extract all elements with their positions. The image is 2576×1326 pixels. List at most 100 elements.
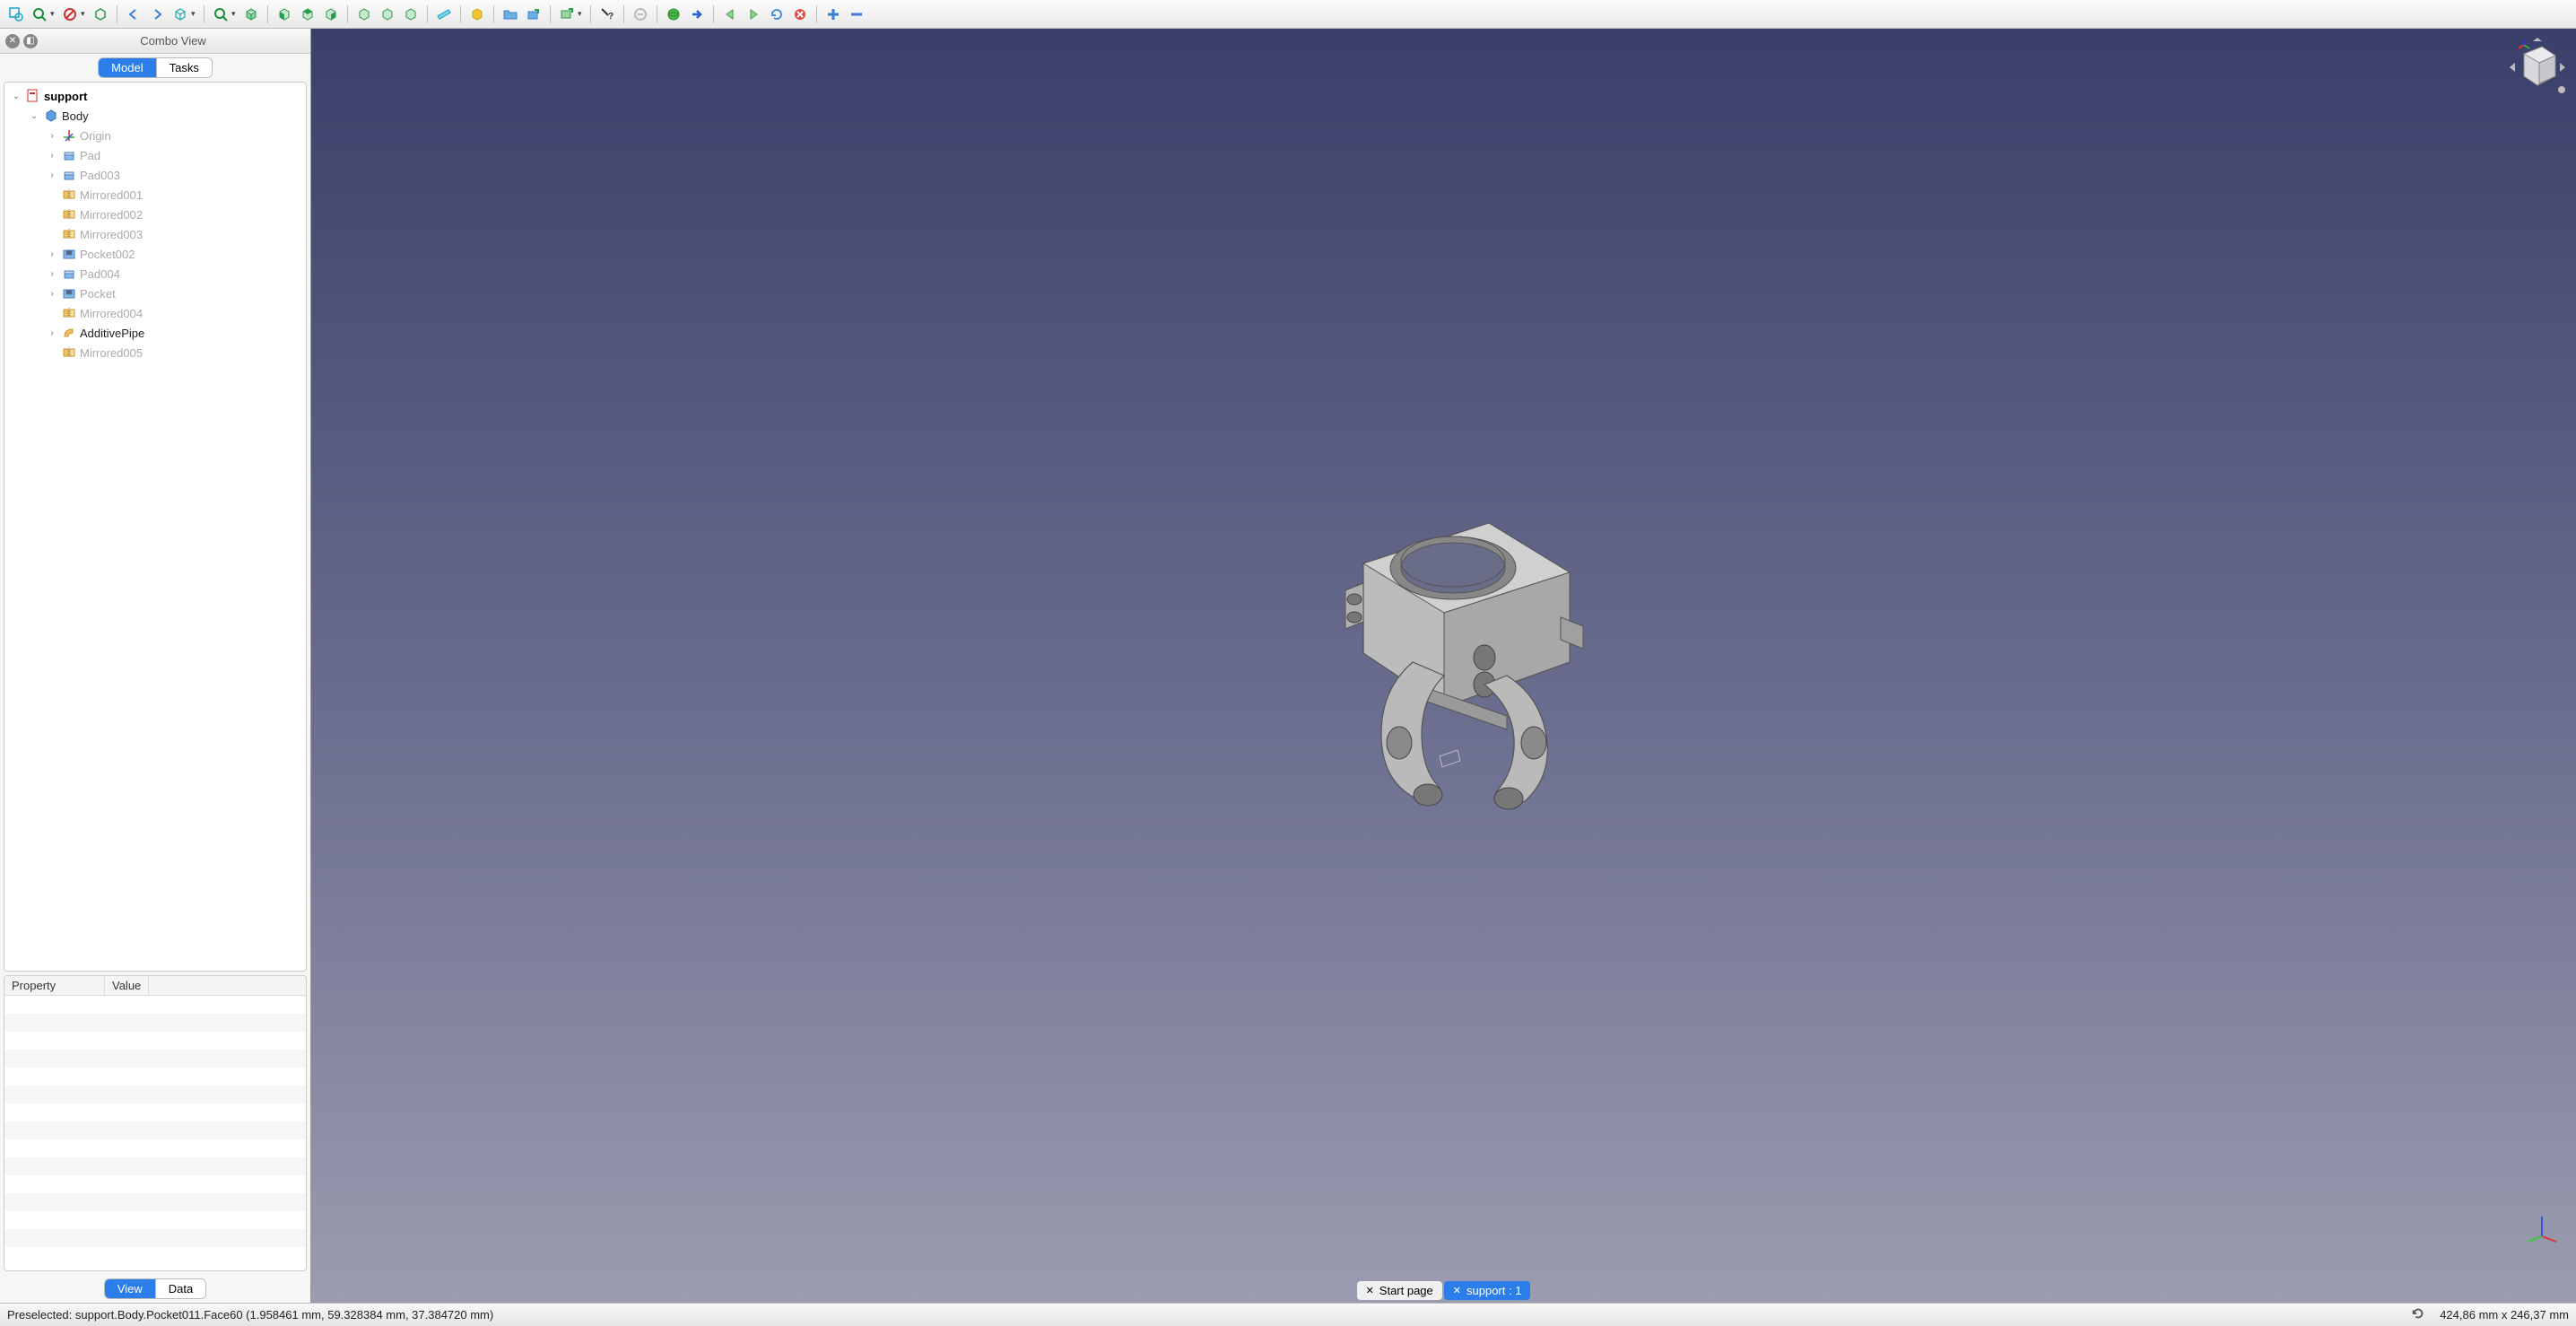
3d-viewport[interactable]: ✕ Start page ✕ support : 1: [311, 29, 2576, 1303]
nav-forward-icon[interactable]: [146, 4, 168, 25]
property-row: [4, 1121, 306, 1139]
property-row: [4, 996, 306, 1014]
bottom-tabs: View Data: [0, 1275, 310, 1303]
pad-icon: [62, 266, 76, 281]
expand-icon[interactable]: ›: [46, 289, 58, 299]
expand-icon[interactable]: ›: [46, 170, 58, 180]
tab-tasks[interactable]: Tasks: [156, 58, 212, 77]
property-row: [4, 1068, 306, 1086]
top-view-icon[interactable]: [297, 4, 318, 25]
web-forward-icon[interactable]: [686, 4, 708, 25]
tree-item[interactable]: ›Pocket002: [6, 244, 304, 264]
close-icon[interactable]: ✕: [1366, 1285, 1374, 1296]
whats-this-icon[interactable]: ?: [596, 4, 618, 25]
toolbar-separator: [816, 5, 817, 23]
axis-gizmo: [2524, 1209, 2560, 1245]
model-tree[interactable]: ⌄ support ⌄ Body ›Origin›Pad›Pad003 Mirro…: [4, 82, 307, 972]
expand-icon[interactable]: ›: [46, 269, 58, 279]
tab-data[interactable]: Data: [155, 1279, 205, 1298]
bounding-box-icon[interactable]: [90, 4, 111, 25]
expand-icon[interactable]: ⌄: [10, 92, 22, 101]
mirror-icon: [62, 207, 76, 222]
zoom-to-fit-icon[interactable]: [5, 4, 27, 25]
close-icon[interactable]: ✕: [1453, 1285, 1461, 1296]
refresh-icon[interactable]: [2411, 1306, 2425, 1323]
panel-detach-button[interactable]: ◧: [23, 34, 38, 48]
rear-view-icon[interactable]: [353, 4, 375, 25]
property-col-value[interactable]: Value: [105, 976, 149, 995]
mirror-icon: [62, 345, 76, 360]
export-icon[interactable]: [523, 4, 544, 25]
tree-body[interactable]: ⌄ Body: [6, 106, 304, 126]
canvas-area[interactable]: [311, 29, 2576, 1278]
navigation-cube[interactable]: [2506, 36, 2569, 99]
top-tabs: Model Tasks: [0, 54, 310, 82]
tree-label: Mirrored001: [80, 188, 143, 202]
tab-view[interactable]: View: [105, 1279, 155, 1298]
tree-label: Mirrored003: [80, 228, 143, 241]
dropdown-arrow-icon[interactable]: ▾: [191, 9, 198, 19]
view-cube-icon[interactable]: [170, 4, 191, 25]
toolbar-separator: [347, 5, 348, 23]
toolbar-separator: [623, 5, 624, 23]
expand-icon[interactable]: ⌄: [28, 111, 40, 121]
close-icon[interactable]: [789, 4, 811, 25]
viewport-tab-start[interactable]: ✕ Start page: [1357, 1281, 1442, 1300]
bottom-view-icon[interactable]: [377, 4, 398, 25]
reload-icon[interactable]: [766, 4, 788, 25]
viewport-tab-document[interactable]: ✕ support : 1: [1444, 1281, 1531, 1300]
property-row: [4, 1104, 306, 1121]
property-row: [4, 1032, 306, 1050]
tree-item[interactable]: Mirrored003: [6, 224, 304, 244]
nav-next-icon[interactable]: [743, 4, 764, 25]
draw-style-no-icon[interactable]: [59, 4, 81, 25]
dropdown-arrow-icon[interactable]: ▾: [50, 9, 57, 19]
tree-item[interactable]: ›Pad004: [6, 264, 304, 284]
tab-model[interactable]: Model: [99, 58, 155, 77]
viewport-tabs: ✕ Start page ✕ support : 1: [311, 1278, 2576, 1303]
left-view-icon[interactable]: [400, 4, 422, 25]
nav-back-icon[interactable]: [123, 4, 144, 25]
mirror-icon: [62, 306, 76, 320]
folder-icon[interactable]: [500, 4, 521, 25]
right-view-icon[interactable]: [320, 4, 342, 25]
model-render[interactable]: [1265, 483, 1623, 824]
zoom-fit-alt-icon[interactable]: [210, 4, 231, 25]
link-icon[interactable]: [556, 4, 578, 25]
dropdown-arrow-icon[interactable]: ▾: [578, 9, 585, 19]
tree-item[interactable]: Mirrored004: [6, 303, 304, 323]
tree-item[interactable]: › AdditivePipe: [6, 323, 304, 343]
web-home-icon[interactable]: [663, 4, 684, 25]
stop-icon[interactable]: [630, 4, 651, 25]
panel-close-button[interactable]: ✕: [5, 34, 20, 48]
property-row: [4, 1014, 306, 1032]
tree-root[interactable]: ⌄ support: [6, 86, 304, 106]
tree-item[interactable]: ›Pad: [6, 145, 304, 165]
tree-item[interactable]: Mirrored001: [6, 185, 304, 205]
zoom-in-icon[interactable]: [29, 4, 50, 25]
tree-item[interactable]: Mirrored005: [6, 343, 304, 362]
property-row: [4, 1086, 306, 1104]
front-view-icon[interactable]: [274, 4, 295, 25]
measure-icon[interactable]: [433, 4, 455, 25]
expand-icon[interactable]: ›: [46, 131, 58, 141]
tree-item[interactable]: Mirrored002: [6, 205, 304, 224]
expand-icon[interactable]: ›: [46, 151, 58, 161]
viewport-tab-label: support : 1: [1466, 1284, 1521, 1297]
tree-item[interactable]: ›Origin: [6, 126, 304, 145]
dropdown-arrow-icon[interactable]: ▾: [81, 9, 88, 19]
part-icon[interactable]: [466, 4, 488, 25]
plus-icon[interactable]: [822, 4, 844, 25]
expand-icon[interactable]: ›: [46, 249, 58, 259]
dropdown-arrow-icon[interactable]: ▾: [231, 9, 239, 19]
expand-icon[interactable]: ›: [46, 328, 58, 338]
minus-icon[interactable]: [846, 4, 867, 25]
tree-label: Pocket: [80, 287, 116, 301]
tree-item[interactable]: › Pocket: [6, 284, 304, 303]
tree-label: AdditivePipe: [80, 327, 144, 340]
property-row: [4, 1157, 306, 1175]
isometric-view-icon[interactable]: [240, 4, 262, 25]
nav-prev-icon[interactable]: [719, 4, 741, 25]
property-col-name[interactable]: Property: [4, 976, 105, 995]
tree-item[interactable]: ›Pad003: [6, 165, 304, 185]
